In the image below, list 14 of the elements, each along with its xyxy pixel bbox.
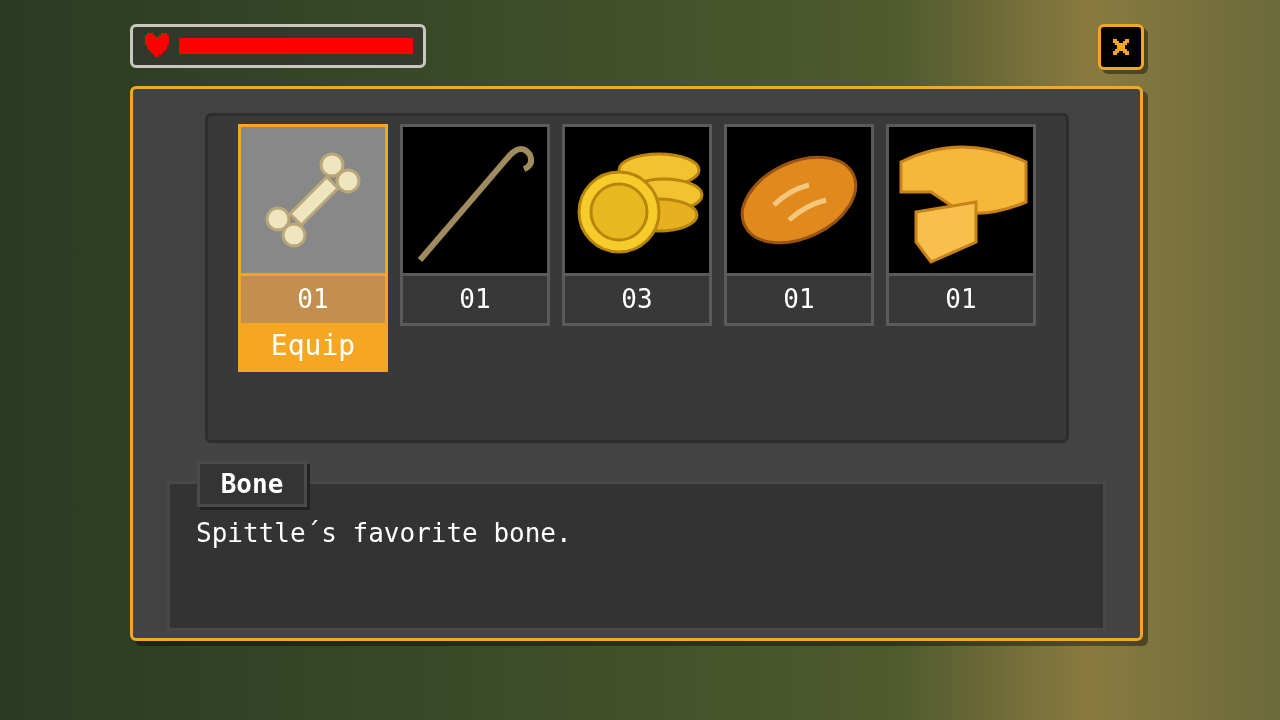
- inventory-slot[interactable]: 03: [562, 124, 712, 326]
- close-button[interactable]: [1098, 24, 1144, 70]
- item-name: Bone: [197, 461, 307, 507]
- item-count: 01: [403, 273, 547, 323]
- inventory-slot[interactable]: 01: [724, 124, 874, 326]
- inventory-slot[interactable]: 01: [886, 124, 1036, 326]
- item-count: 01: [727, 273, 871, 323]
- item-count: 01: [889, 273, 1033, 323]
- item-description: Spittle´s favorite bone.: [196, 517, 573, 550]
- close-icon: [1113, 39, 1129, 55]
- item-count: 01: [241, 273, 385, 323]
- item-count: 03: [565, 273, 709, 323]
- inventory-slot[interactable]: 01: [400, 124, 550, 326]
- heart-icon: [143, 33, 171, 59]
